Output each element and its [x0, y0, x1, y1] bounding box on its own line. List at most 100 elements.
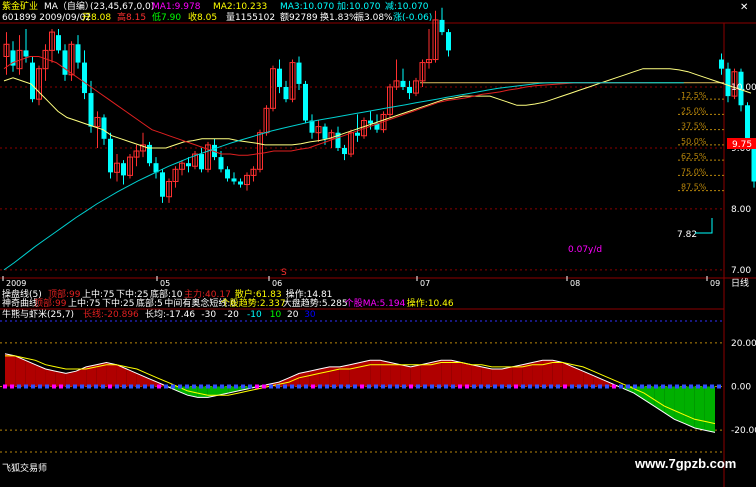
candle-down	[342, 147, 347, 155]
volume-value: 量1155102	[226, 12, 275, 23]
panel-name: 神奇曲线	[2, 297, 38, 309]
zero-line-marker	[143, 384, 147, 389]
zero-line-marker	[213, 384, 217, 389]
close-icon[interactable]: ✕	[740, 2, 748, 13]
zero-line-marker	[360, 384, 364, 389]
ma2-value: MA2:10.233	[213, 2, 267, 12]
zero-line-marker	[115, 384, 119, 389]
oscillator-area	[400, 364, 411, 387]
panel-value: 30	[304, 310, 316, 320]
zero-line-marker	[185, 384, 189, 389]
turnover-value: 换1.83%	[320, 11, 358, 23]
panel-value: 20	[287, 310, 299, 320]
oscillator-area	[512, 364, 523, 387]
zero-line-marker	[241, 384, 245, 389]
oscillator-area	[5, 353, 16, 387]
candles	[3, 7, 756, 203]
zero-line-marker	[262, 384, 266, 389]
main-gridlines	[0, 86, 724, 271]
panel-value: 长均:-17.46	[145, 308, 195, 320]
ma3-line	[3, 82, 684, 271]
candle-down	[160, 172, 165, 197]
candle-down	[108, 138, 113, 173]
oscillator-area	[309, 369, 320, 387]
zero-line-marker	[164, 384, 168, 389]
zero-line-marker	[647, 384, 651, 389]
time-label: 08	[570, 279, 580, 288]
candle-down	[231, 178, 237, 182]
zero-line-marker	[661, 384, 665, 389]
zero-line-marker	[556, 384, 560, 389]
zero-line-marker	[290, 384, 294, 389]
open-value: 开8.08	[82, 12, 111, 23]
oscillator-tick-label: 0.00	[731, 383, 751, 393]
oscillator-area	[45, 369, 56, 387]
candle-down	[62, 50, 68, 75]
zero-line-marker	[80, 384, 84, 389]
indicator-name: MA（自编）	[44, 0, 94, 12]
zero-line-marker	[178, 384, 182, 389]
zero-line-marker	[255, 384, 259, 389]
low-annotation-arrow	[695, 218, 713, 234]
fib-level-label: 37.5%	[681, 122, 707, 131]
panel-value: 个股趋势:2.337	[221, 297, 286, 309]
stock-chart: 紫金矿业 MA（自编） (23,45,67,0,0) MA1:9.978 MA2…	[0, 0, 756, 487]
zero-line-marker	[605, 384, 609, 389]
candle-down	[56, 35, 61, 51]
oscillator-area	[674, 386, 685, 424]
panel-value: 长线:-20.896	[83, 308, 139, 320]
zero-line-marker	[570, 384, 574, 389]
zero-line-marker	[528, 384, 532, 389]
candle-down	[296, 62, 302, 84]
zero-line-marker	[689, 384, 693, 389]
zero-line-marker	[332, 384, 336, 389]
time-label: 07	[420, 279, 430, 288]
price-tick-label: 7.00	[731, 266, 751, 276]
zero-line-marker	[423, 384, 427, 389]
candle-down	[283, 86, 289, 100]
zero-line-marker	[171, 384, 175, 389]
candle-down	[30, 62, 35, 100]
zero-line-marker	[710, 384, 714, 389]
oscillator-area	[319, 366, 330, 387]
zero-line-marker	[24, 384, 28, 389]
zero-line-marker	[612, 384, 616, 389]
panel-value: 个股MA:5.194	[345, 298, 406, 309]
indicator-params: (23,45,67,0,0)	[90, 2, 154, 12]
oscillator-area	[704, 386, 715, 433]
oscillator-tick-label: 20.00	[731, 339, 756, 349]
rate-annotation: 0.07y/d	[568, 245, 602, 255]
zero-line-marker	[52, 384, 56, 389]
zero-line-marker	[668, 384, 672, 389]
time-label: 05	[160, 279, 170, 288]
oscillator-area	[654, 386, 665, 413]
oscillator-area	[441, 360, 452, 387]
change-value: 涨(-0.06)	[393, 12, 432, 23]
candle-down	[277, 68, 282, 87]
panel-value: -20	[224, 310, 239, 320]
zero-line-marker	[31, 384, 35, 389]
zero-line-marker	[472, 384, 476, 389]
signal-marker: S	[281, 268, 287, 278]
candle-down	[355, 132, 360, 136]
high-value: 高8.15	[117, 11, 146, 23]
zero-line-marker	[493, 384, 497, 389]
zero-line-marker	[577, 384, 581, 389]
amount-value: 额92789	[280, 11, 318, 23]
oscillator-area	[106, 362, 117, 387]
zero-line-marker	[626, 384, 630, 389]
zero-line-marker	[3, 384, 7, 389]
panel-value: -30	[201, 310, 216, 320]
zero-line-marker	[717, 384, 721, 389]
zero-line-marker	[640, 384, 644, 389]
oscillator-area	[502, 366, 513, 387]
zero-line-marker	[192, 384, 196, 389]
candle-down	[439, 19, 445, 33]
panel-value: 10	[270, 310, 282, 320]
oscillator-area	[410, 364, 421, 387]
oscillator-area	[491, 369, 502, 387]
fib-level-label: 87.5%	[681, 183, 707, 192]
zero-line-marker	[318, 384, 322, 389]
zero-line-marker	[633, 384, 637, 389]
candle-down	[82, 62, 87, 94]
